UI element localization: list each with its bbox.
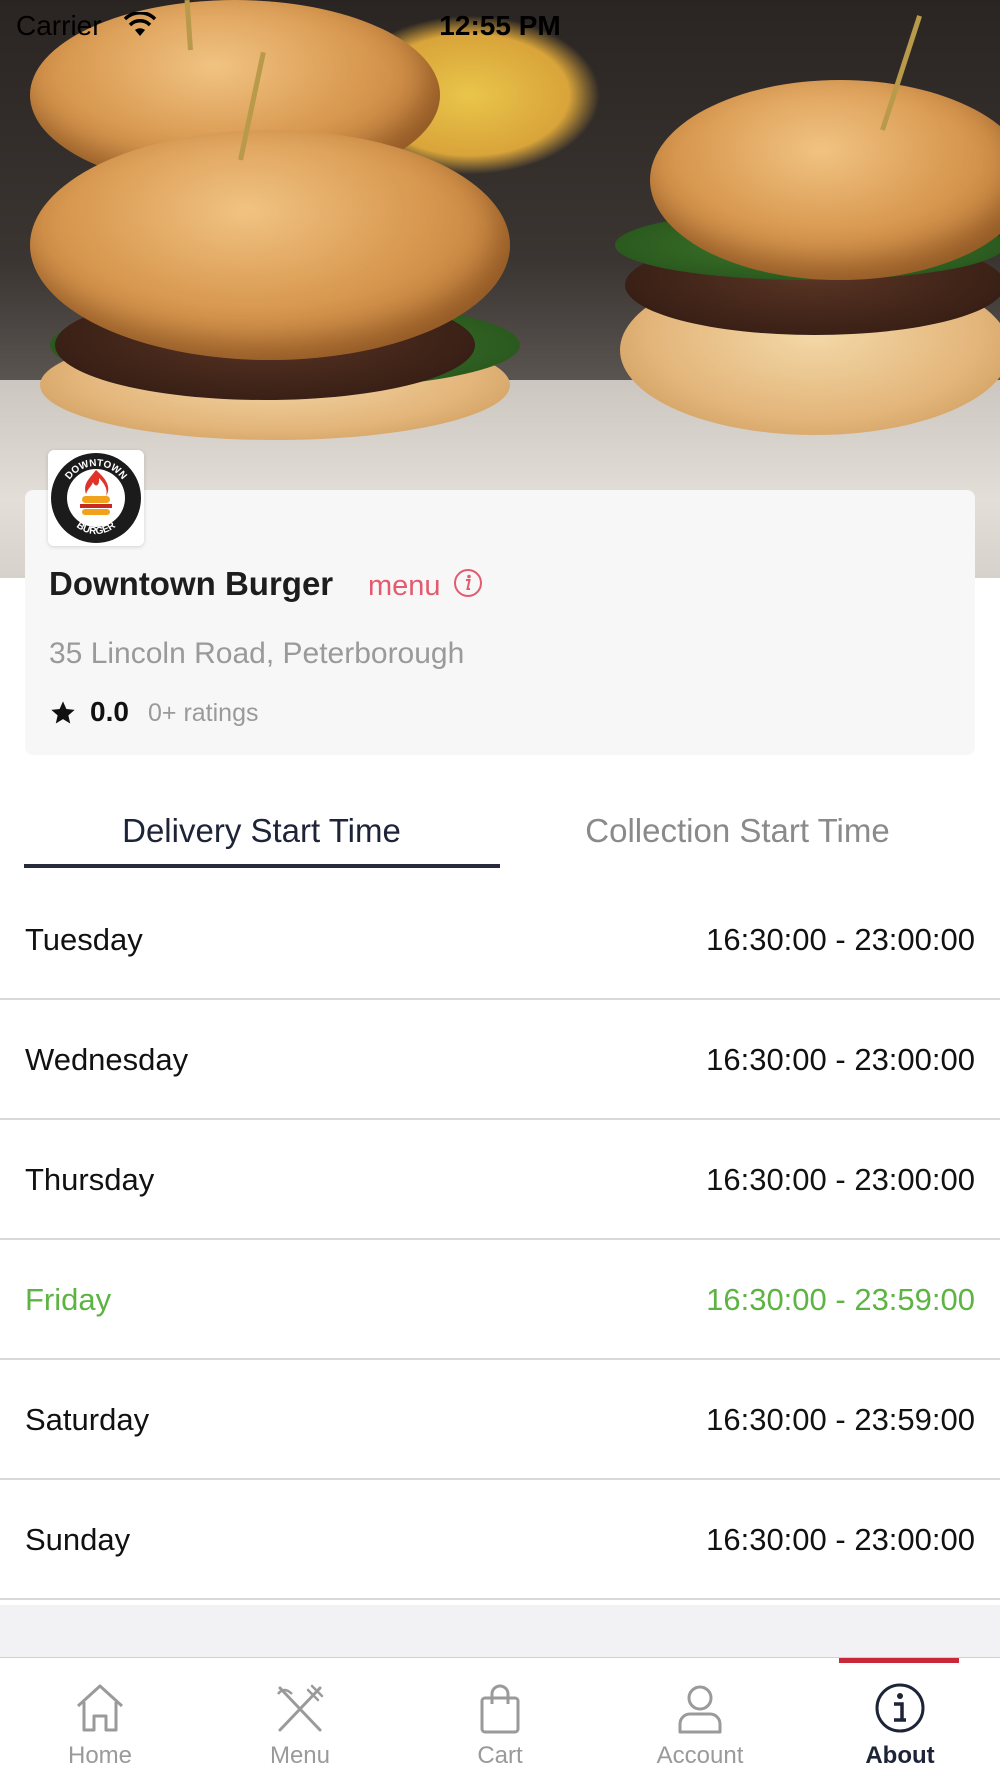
star-icon [51,701,75,724]
rating-value: 0.0 [90,696,129,727]
menu-link[interactable]: menu [368,570,441,603]
info-icon [875,1683,925,1733]
nav-label: About [865,1742,935,1769]
nav-cart[interactable]: Cart [400,1658,600,1779]
content-bottom-spacer [0,1605,1000,1657]
schedule-day: Tuesday [25,922,143,957]
bottom-tab-bar: Home Menu Cart Account About [0,1657,1000,1779]
nav-home[interactable]: Home [0,1658,200,1779]
schedule-hours: 16:30:00 - 23:00:00 [706,922,975,957]
status-time: 12:55 PM [439,10,561,41]
tab-delivery-start-time[interactable]: Delivery Start Time [24,812,499,850]
nav-about[interactable]: About [800,1658,1000,1779]
restaurant-name: Downtown Burger [49,565,334,602]
info-icon[interactable] [453,568,483,598]
shopping-bag-icon [480,1684,520,1734]
schedule-day: Thursday [25,1162,155,1197]
nav-menu[interactable]: Menu [200,1658,400,1779]
status-bar: Carrier 12:55 PM [0,0,1000,52]
restaurant-address: 35 Lincoln Road, Peterborough [49,637,465,670]
schedule-row-sunday: Sunday 16:30:00 - 23:00:00 [0,1480,1000,1600]
opening-hours-list: Tuesday 16:30:00 - 23:00:00 Wednesday 16… [0,880,1000,1600]
rating-count: 0+ ratings [148,699,259,727]
schedule-day: Saturday [25,1402,150,1437]
schedule-row-saturday: Saturday 16:30:00 - 23:59:00 [0,1360,1000,1480]
user-icon [678,1685,722,1734]
schedule-day: Wednesday [25,1042,189,1077]
schedule-hours: 16:30:00 - 23:59:00 [706,1402,975,1437]
nav-label: Cart [477,1742,523,1769]
fork-knife-icon [277,1684,324,1732]
schedule-day: Sunday [25,1522,131,1557]
home-icon [76,1684,124,1732]
nav-label: Account [656,1742,744,1769]
logo-badge: DOWNTOWN BURGER [51,453,141,543]
schedule-row-thursday: Thursday 16:30:00 - 23:00:00 [0,1120,1000,1240]
restaurant-logo: DOWNTOWN BURGER [48,450,144,546]
schedule-hours: 16:30:00 - 23:59:00 [706,1282,975,1317]
active-tab-indicator [24,864,500,868]
schedule-hours: 16:30:00 - 23:00:00 [706,1162,975,1197]
nav-label: Menu [269,1742,331,1769]
schedule-row-tuesday: Tuesday 16:30:00 - 23:00:00 [0,880,1000,1000]
schedule-day: Friday [25,1282,112,1317]
schedule-hours: 16:30:00 - 23:00:00 [706,1522,975,1557]
schedule-row-friday: Friday 16:30:00 - 23:59:00 [0,1240,1000,1360]
schedule-row-wednesday: Wednesday 16:30:00 - 23:00:00 [0,1000,1000,1120]
nav-active-indicator [839,1658,959,1663]
tab-collection-start-time[interactable]: Collection Start Time [500,812,975,850]
nav-label: Home [67,1742,133,1769]
schedule-hours: 16:30:00 - 23:00:00 [706,1042,975,1077]
nav-account[interactable]: Account [600,1658,800,1779]
hero-bun [30,130,510,360]
